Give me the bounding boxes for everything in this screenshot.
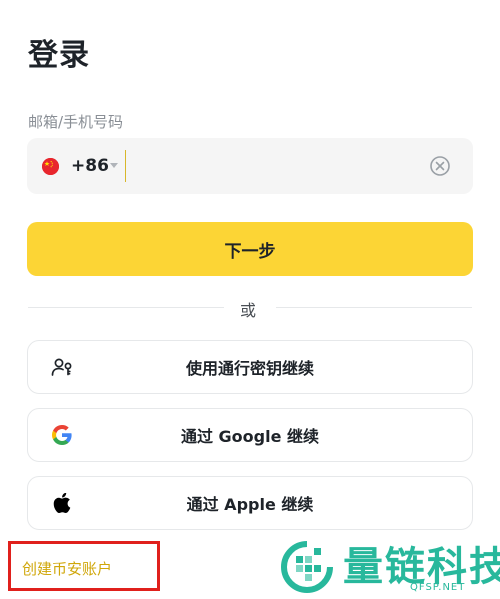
phone-field[interactable]: +86 — [27, 138, 473, 194]
field-label: 邮箱/手机号码 — [28, 113, 124, 131]
page-title: 登录 — [28, 38, 90, 73]
divider-line-left — [28, 307, 224, 308]
google-button[interactable]: 通过 Google 继续 — [27, 408, 473, 462]
apple-button[interactable]: 通过 Apple 继续 — [27, 476, 473, 530]
watermark-site: QFSP.NET — [410, 582, 466, 593]
divider-line-right — [276, 307, 472, 308]
apple-button-label: 通过 Apple 继续 — [186, 495, 314, 514]
phone-input[interactable] — [125, 150, 415, 182]
passkey-button-label: 使用通行密钥继续 — [185, 359, 314, 378]
watermark-logo-icon — [280, 540, 334, 594]
create-account-link[interactable]: 创建币安账户 — [22, 558, 112, 579]
country-code[interactable]: +86 — [71, 156, 109, 176]
clear-icon[interactable] — [429, 155, 451, 177]
china-flag-icon[interactable] — [42, 158, 59, 175]
divider-text: 或 — [240, 301, 257, 320]
google-button-label: 通过 Google 继续 — [180, 427, 320, 446]
next-button[interactable]: 下一步 — [27, 222, 473, 276]
chevron-down-icon[interactable] — [110, 163, 118, 168]
passkey-button[interactable]: 使用通行密钥继续 — [27, 340, 473, 394]
